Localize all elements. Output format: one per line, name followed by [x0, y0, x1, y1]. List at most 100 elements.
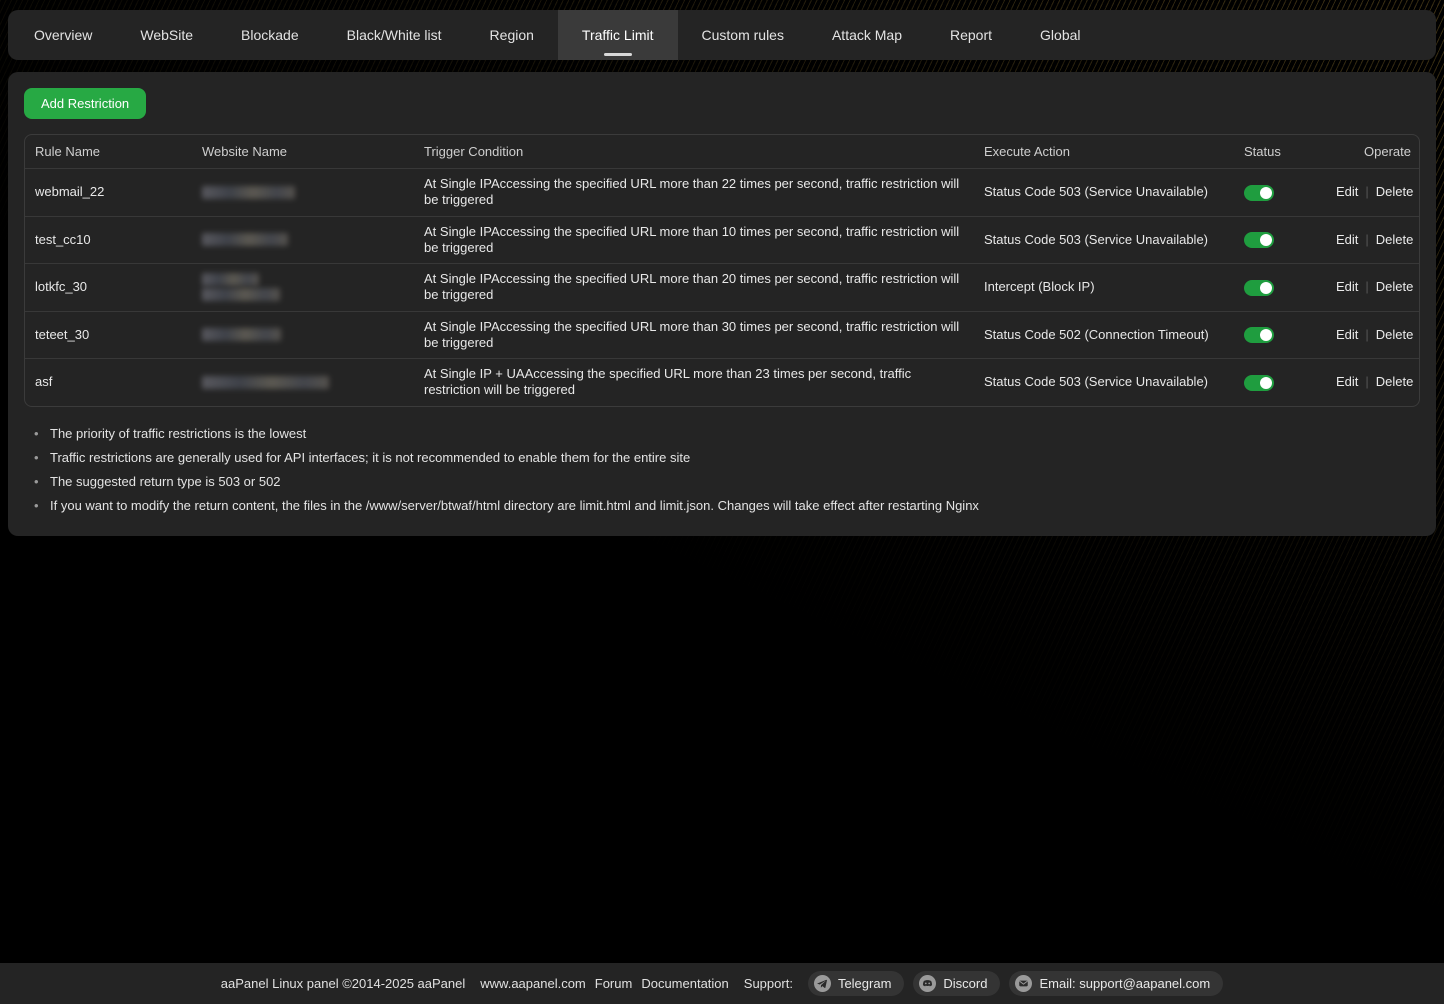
rule-name-cell: webmail_22 [25, 169, 192, 217]
trigger-condition-cell: At Single IPAccessing the specified URL … [414, 264, 974, 312]
operate-cell: Edit | Delete [1326, 216, 1420, 264]
support-button-telegram[interactable]: Telegram [808, 971, 904, 996]
edit-link[interactable]: Edit [1336, 232, 1358, 247]
status-toggle[interactable] [1244, 232, 1274, 248]
column-header-trigger-condition: Trigger Condition [414, 135, 974, 169]
execute-action-cell: Status Code 503 (Service Unavailable) [974, 359, 1234, 406]
note-item-4: If you want to modify the return content… [34, 494, 1420, 518]
table-row: webmail_22At Single IPAccessing the spec… [25, 169, 1420, 217]
tab-attack-map[interactable]: Attack Map [808, 10, 926, 60]
footer-support-label: Support: [744, 976, 793, 991]
website-name-cell [192, 359, 414, 406]
toggle-knob [1260, 234, 1272, 246]
rule-name-cell: asf [25, 359, 192, 406]
table-row: teteet_30 At Single IPAccessing the speci… [25, 311, 1420, 359]
redacted-website-name [202, 376, 329, 389]
empty-area [0, 536, 1444, 964]
tab-blockade[interactable]: Blockade [217, 10, 323, 60]
support-button-label: Discord [943, 976, 987, 991]
support-button-label: Email: support@aapanel.com [1039, 976, 1210, 991]
status-toggle[interactable] [1244, 185, 1274, 201]
trigger-condition-cell: At Single IPAccessing the specified URL … [414, 216, 974, 264]
operate-divider: | [1365, 232, 1368, 247]
operate-divider: | [1365, 184, 1368, 199]
footer-link-documentation[interactable]: Documentation [641, 976, 728, 991]
rules-table: Rule NameWebsite NameTrigger ConditionEx… [24, 134, 1420, 407]
tab-region[interactable]: Region [466, 10, 558, 60]
status-cell [1234, 359, 1326, 406]
edit-link[interactable]: Edit [1336, 279, 1358, 294]
delete-link[interactable]: Delete [1376, 232, 1414, 247]
delete-link[interactable]: Delete [1376, 374, 1414, 389]
redacted-website-name [202, 273, 259, 286]
toggle-knob [1260, 329, 1272, 341]
note-item-1: The priority of traffic restrictions is … [34, 422, 1420, 446]
footer: aaPanel Linux panel ©2014-2025 aaPanel w… [0, 963, 1444, 1004]
email-icon [1015, 975, 1032, 992]
rule-name-cell: test_cc10 [25, 216, 192, 264]
status-cell [1234, 169, 1326, 217]
delete-link[interactable]: Delete [1376, 327, 1414, 342]
discord-icon [919, 975, 936, 992]
operate-divider: | [1365, 327, 1368, 342]
status-toggle[interactable] [1244, 327, 1274, 343]
status-cell [1234, 311, 1326, 359]
table-row: test_cc10 At Single IPAccessing the speci… [25, 216, 1420, 264]
table-row: lotkfc_30At Single IPAccessing the speci… [25, 264, 1420, 312]
operate-cell: Edit | Delete [1326, 359, 1420, 406]
column-header-website-name: Website Name [192, 135, 414, 169]
note-item-3: The suggested return type is 503 or 502 [34, 470, 1420, 494]
execute-action-cell: Status Code 502 (Connection Timeout) [974, 311, 1234, 359]
tab-black-white-list[interactable]: Black/White list [323, 10, 466, 60]
notes-list: The priority of traffic restrictions is … [34, 422, 1420, 518]
support-button-discord[interactable]: Discord [913, 971, 1000, 996]
add-restriction-button[interactable]: Add Restriction [24, 88, 146, 119]
telegram-icon [814, 975, 831, 992]
tab-custom-rules[interactable]: Custom rules [678, 10, 808, 60]
website-name-cell [192, 311, 414, 359]
edit-link[interactable]: Edit [1336, 184, 1358, 199]
table-body: webmail_22 At Single IPAccessing the spec… [25, 169, 1420, 406]
rule-name-cell: teteet_30 [25, 311, 192, 359]
tab-report[interactable]: Report [926, 10, 1016, 60]
edit-link[interactable]: Edit [1336, 374, 1358, 389]
top-nav: OverviewWebSiteBlockadeBlack/White listR… [8, 10, 1436, 60]
toggle-knob [1260, 377, 1272, 389]
status-cell [1234, 264, 1326, 312]
tab-global[interactable]: Global [1016, 10, 1104, 60]
operate-divider: | [1365, 279, 1368, 294]
column-header-rule-name: Rule Name [25, 135, 192, 169]
edit-link[interactable]: Edit [1336, 327, 1358, 342]
delete-link[interactable]: Delete [1376, 279, 1414, 294]
status-toggle[interactable] [1244, 280, 1274, 296]
tab-traffic-limit[interactable]: Traffic Limit [558, 10, 678, 60]
support-button-label: Telegram [838, 976, 891, 991]
operate-cell: Edit | Delete [1326, 169, 1420, 217]
table-header-row: Rule NameWebsite NameTrigger ConditionEx… [25, 135, 1420, 169]
footer-links: www.aapanel.com Forum Documentation [480, 976, 729, 991]
operate-divider: | [1365, 374, 1368, 389]
footer-link-www-aapanel-com[interactable]: www.aapanel.com [480, 976, 586, 991]
column-header-execute-action: Execute Action [974, 135, 1234, 169]
status-cell [1234, 216, 1326, 264]
redacted-website-name [202, 288, 280, 301]
footer-copyright: aaPanel Linux panel ©2014-2025 aaPanel [221, 976, 466, 991]
operate-cell: Edit | Delete [1326, 264, 1420, 312]
status-toggle[interactable] [1244, 375, 1274, 391]
toggle-knob [1260, 282, 1272, 294]
trigger-condition-cell: At Single IPAccessing the specified URL … [414, 311, 974, 359]
tab-website[interactable]: WebSite [116, 10, 217, 60]
redacted-website-name [202, 186, 295, 199]
support-button-email[interactable]: Email: support@aapanel.com [1009, 971, 1223, 996]
redacted-website-name [202, 328, 281, 341]
website-name-cell [192, 216, 414, 264]
column-header-operate: Operate [1326, 135, 1420, 169]
delete-link[interactable]: Delete [1376, 184, 1414, 199]
execute-action-cell: Intercept (Block IP) [974, 264, 1234, 312]
trigger-condition-cell: At Single IP + UAAccessing the specified… [414, 359, 974, 406]
execute-action-cell: Status Code 503 (Service Unavailable) [974, 169, 1234, 217]
website-name-cell [192, 169, 414, 217]
footer-link-forum[interactable]: Forum [595, 976, 633, 991]
operate-cell: Edit | Delete [1326, 311, 1420, 359]
tab-overview[interactable]: Overview [10, 10, 116, 60]
